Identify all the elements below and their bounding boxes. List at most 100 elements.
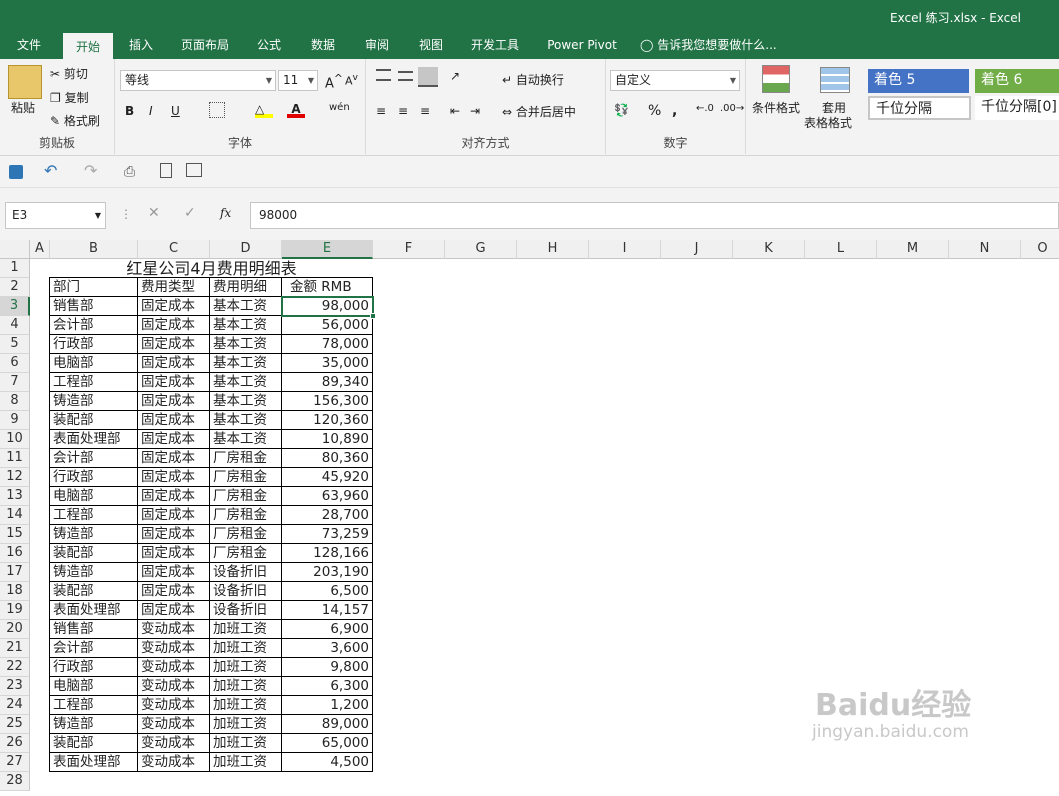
table-cell[interactable]: 固定成本 [138, 544, 210, 563]
amount-cell[interactable]: 80,360 [282, 449, 373, 468]
amount-cell[interactable]: 45,920 [282, 468, 373, 487]
table-cell[interactable]: 基本工资 [210, 297, 282, 316]
underline-button[interactable]: U [171, 104, 180, 118]
row-header-11[interactable]: 11 [0, 449, 30, 468]
table-cell[interactable]: 铸造部 [50, 525, 138, 544]
table-cell[interactable]: 工程部 [50, 506, 138, 525]
table-cell[interactable]: 基本工资 [210, 392, 282, 411]
cut-button[interactable]: ✂ 剪切 [50, 65, 88, 82]
column-header-h[interactable]: H [517, 240, 589, 259]
table-cell[interactable]: 加班工资 [210, 677, 282, 696]
row-header-23[interactable]: 23 [0, 677, 30, 696]
table-cell[interactable]: 固定成本 [138, 316, 210, 335]
tab-review[interactable]: 审阅 [354, 33, 400, 59]
table-cell[interactable]: 固定成本 [138, 601, 210, 620]
column-header-a[interactable]: A [30, 240, 50, 259]
row-header-22[interactable]: 22 [0, 658, 30, 677]
row-header-4[interactable]: 4 [0, 316, 30, 335]
amount-cell[interactable]: 128,166 [282, 544, 373, 563]
table-cell[interactable]: 基本工资 [210, 430, 282, 449]
row-header-3[interactable]: 3 [0, 297, 30, 316]
increase-indent-icon[interactable]: ⇥ [470, 104, 480, 118]
column-header-j[interactable]: J [661, 240, 733, 259]
column-header-m[interactable]: M [877, 240, 949, 259]
table-cell[interactable]: 工程部 [50, 696, 138, 715]
column-header-f[interactable]: F [373, 240, 445, 259]
tab-view[interactable]: 视图 [408, 33, 454, 59]
table-cell[interactable]: 变动成本 [138, 658, 210, 677]
table-cell[interactable]: 装配部 [50, 734, 138, 753]
cancel-icon[interactable]: ✕ [148, 205, 160, 221]
table-cell[interactable]: 变动成本 [138, 620, 210, 639]
decrease-indent-icon[interactable]: ⇤ [450, 104, 460, 118]
row-header-1[interactable]: 1 [0, 259, 30, 278]
tab-home[interactable]: 开始 [63, 33, 113, 59]
align-middle-icon[interactable] [398, 71, 413, 81]
row-header-20[interactable]: 20 [0, 620, 30, 639]
orientation-icon[interactable]: ↗ [450, 69, 460, 83]
sheet-title[interactable]: 红星公司4月费用明细表 [50, 259, 373, 278]
tab-power-pivot[interactable]: Power Pivot [538, 33, 626, 59]
align-center-icon[interactable]: ≡ [398, 104, 408, 118]
row-header-18[interactable]: 18 [0, 582, 30, 601]
table-cell[interactable]: 铸造部 [50, 563, 138, 582]
comma-button[interactable]: , [672, 103, 677, 119]
column-header-c[interactable]: C [138, 240, 210, 259]
tab-data[interactable]: 数据 [300, 33, 346, 59]
table-cell[interactable]: 固定成本 [138, 411, 210, 430]
number-format-select[interactable]: 自定义 ▼ [610, 70, 740, 91]
amount-cell[interactable]: 63,960 [282, 487, 373, 506]
table-cell[interactable]: 会计部 [50, 639, 138, 658]
table-cell[interactable]: 变动成本 [138, 696, 210, 715]
tab-developer[interactable]: 开发工具 [462, 33, 528, 59]
header-cell[interactable]: 费用明细 [210, 278, 282, 297]
fill-handle[interactable] [370, 313, 376, 319]
amount-cell[interactable]: 3,600 [282, 639, 373, 658]
table-cell[interactable]: 装配部 [50, 544, 138, 563]
new-file-icon[interactable] [160, 163, 172, 178]
amount-cell[interactable]: 28,700 [282, 506, 373, 525]
print-preview-icon[interactable]: ⎙ [124, 164, 135, 180]
row-header-7[interactable]: 7 [0, 373, 30, 392]
wrap-text-button[interactable]: ↵ 自动换行 [502, 71, 564, 88]
row-header-15[interactable]: 15 [0, 525, 30, 544]
table-cell[interactable]: 电脑部 [50, 677, 138, 696]
amount-cell[interactable]: 4,500 [282, 753, 373, 772]
grow-font-button[interactable]: A^ [325, 72, 343, 91]
table-cell[interactable]: 会计部 [50, 449, 138, 468]
table-cell[interactable]: 加班工资 [210, 658, 282, 677]
amount-cell[interactable]: 35,000 [282, 354, 373, 373]
table-cell[interactable]: 厂房租金 [210, 525, 282, 544]
table-cell[interactable]: 固定成本 [138, 506, 210, 525]
table-cell[interactable]: 加班工资 [210, 715, 282, 734]
table-cell[interactable]: 基本工资 [210, 316, 282, 335]
redo-icon[interactable]: ↷ [84, 161, 97, 180]
conditional-format-icon[interactable] [762, 65, 790, 93]
style-accent6[interactable]: 着色 6 [975, 69, 1059, 93]
row-header-5[interactable]: 5 [0, 335, 30, 354]
row-header-6[interactable]: 6 [0, 354, 30, 373]
table-format-icon[interactable] [820, 67, 850, 93]
enter-icon[interactable]: ✓ [184, 205, 196, 221]
amount-cell[interactable]: 120,360 [282, 411, 373, 430]
row-header-26[interactable]: 26 [0, 734, 30, 753]
table-cell[interactable]: 加班工资 [210, 696, 282, 715]
format-painter-button[interactable]: ✎ 格式刷 [50, 112, 100, 129]
row-header-10[interactable]: 10 [0, 430, 30, 449]
style-accent5[interactable]: 着色 5 [868, 69, 969, 93]
tab-page-layout[interactable]: 页面布局 [172, 33, 238, 59]
table-cell[interactable]: 厂房租金 [210, 544, 282, 563]
table-cell[interactable]: 设备折旧 [210, 601, 282, 620]
header-cell[interactable]: 金额 RMB [282, 278, 373, 297]
italic-button[interactable]: I [149, 104, 153, 118]
column-header-e[interactable]: E [282, 240, 373, 259]
column-header-l[interactable]: L [805, 240, 877, 259]
row-header-19[interactable]: 19 [0, 601, 30, 620]
column-header-g[interactable]: G [445, 240, 517, 259]
column-header-n[interactable]: N [949, 240, 1021, 259]
table-cell[interactable]: 固定成本 [138, 354, 210, 373]
table-cell[interactable]: 厂房租金 [210, 449, 282, 468]
phonetic-icon[interactable]: wén [329, 102, 350, 113]
row-header-2[interactable]: 2 [0, 278, 30, 297]
table-cell[interactable]: 加班工资 [210, 734, 282, 753]
